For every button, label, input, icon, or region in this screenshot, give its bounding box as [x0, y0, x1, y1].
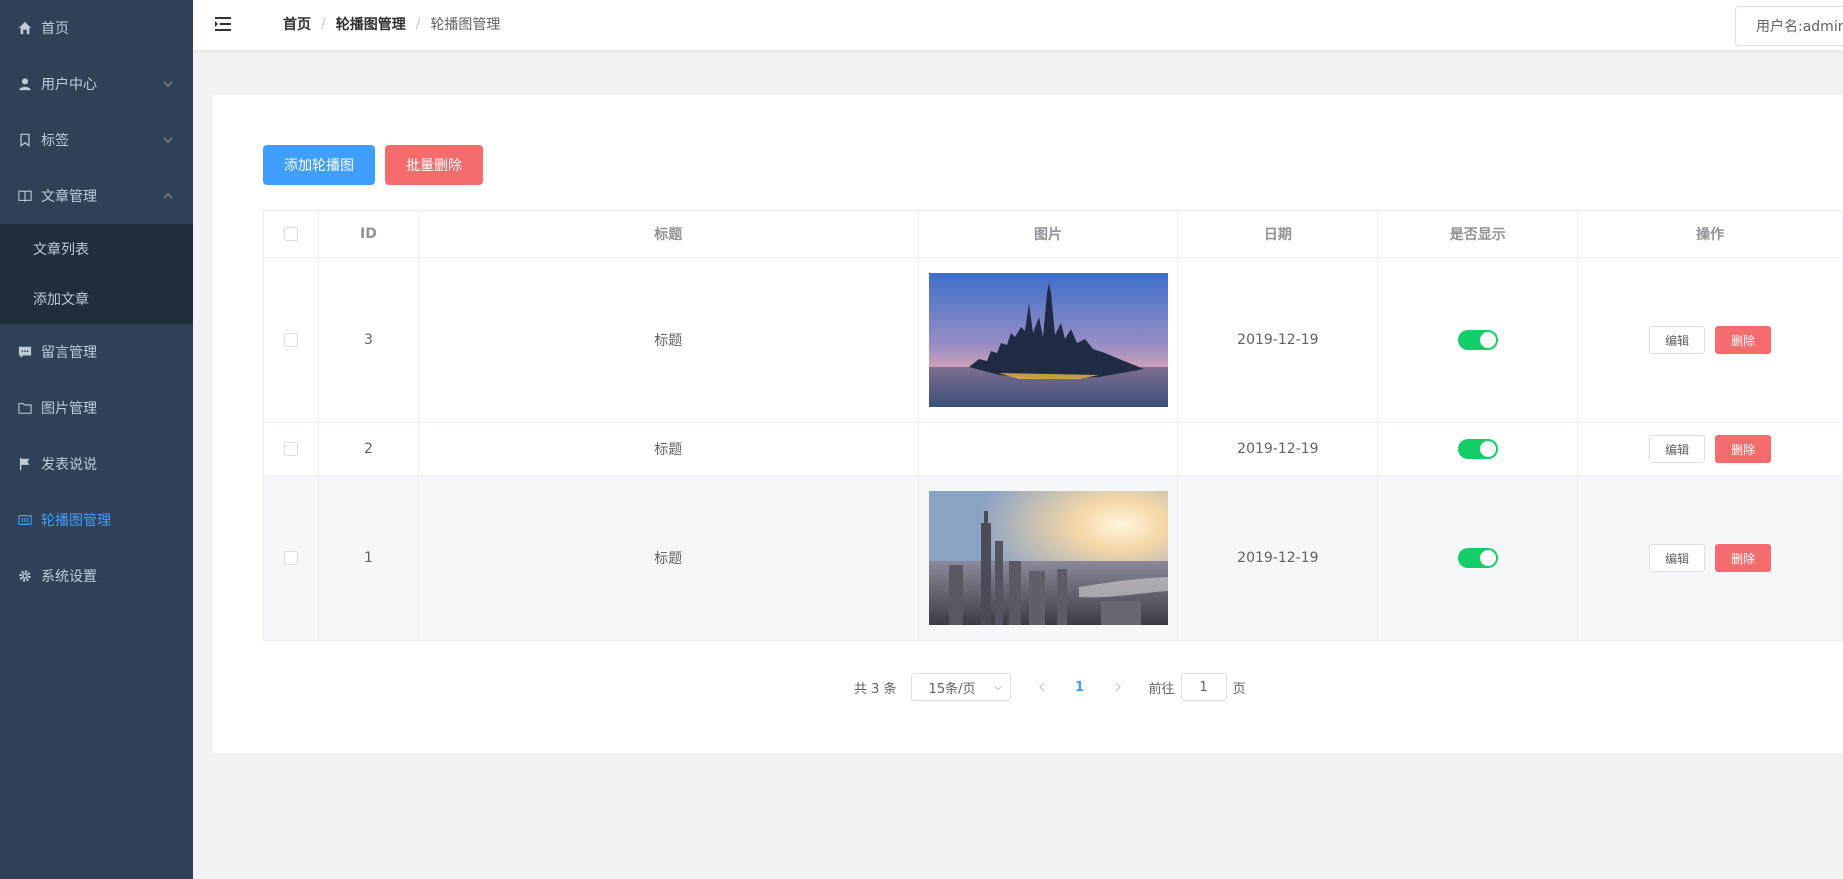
bookmark-icon — [18, 133, 32, 147]
goto-label: 前往 — [1148, 681, 1175, 697]
pagination: 共 3 条 15条/页 1 前往 页 — [854, 672, 1246, 702]
sidebar-item-articles[interactable]: 文章管理 — [0, 168, 193, 224]
sidebar-item-label: 首页 — [41, 21, 69, 37]
cell-title: 标题 — [419, 476, 919, 640]
column-header-visible: 是否显示 — [1378, 211, 1579, 257]
user-icon — [18, 77, 32, 91]
main-card: 添加轮播图 批量删除 ID 标题 图片 日期 是否显示 操作 3 标题 2019… — [213, 95, 1843, 753]
sidebar-item-images[interactable]: 图片管理 — [0, 380, 193, 436]
table-header: ID 标题 图片 日期 是否显示 操作 — [264, 211, 1843, 258]
sidebar-item-label: 轮播图管理 — [41, 513, 111, 529]
chevron-right-icon — [1115, 682, 1121, 692]
table-row: 2 标题 2019-12-19 编辑 删除 — [264, 423, 1843, 476]
cell-date: 2019-12-19 — [1178, 258, 1379, 422]
goto-suffix: 页 — [1232, 681, 1246, 697]
edit-button[interactable]: 编辑 — [1649, 435, 1706, 463]
breadcrumb-carousel[interactable]: 轮播图管理 — [336, 14, 406, 34]
breadcrumb-separator: / — [415, 16, 421, 32]
page-size-select[interactable]: 15条/页 — [910, 673, 1011, 701]
cell-date: 2019-12-19 — [1178, 476, 1379, 640]
row-checkbox[interactable] — [283, 442, 298, 456]
sidebar-item-label: 标签 — [41, 133, 69, 149]
prev-page-button[interactable] — [1027, 673, 1057, 701]
sidebar-item-label: 系统设置 — [41, 569, 97, 585]
table-row: 3 标题 2019-12-19 编辑 删除 — [264, 258, 1843, 423]
message-icon — [18, 345, 32, 359]
chevron-up-icon — [163, 193, 173, 199]
sidebar-item-label: 用户中心 — [41, 77, 97, 93]
city-dusk-image — [928, 273, 1168, 407]
visibility-toggle[interactable] — [1457, 548, 1498, 568]
chevron-down-icon — [994, 686, 1002, 691]
sidebar-item-home[interactable]: 首页 — [0, 0, 193, 56]
batch-delete-button[interactable]: 批量删除 — [385, 145, 483, 185]
sidebar-item-article-list[interactable]: 文章列表 — [0, 224, 193, 274]
column-header-id: ID — [319, 211, 419, 257]
carousel-table: ID 标题 图片 日期 是否显示 操作 3 标题 2019-12-19 编辑 删… — [263, 210, 1843, 641]
column-header-date: 日期 — [1178, 211, 1379, 257]
table-row: 1 标题 2019-12-19 编辑 删除 — [264, 476, 1843, 641]
goto-page: 前往 页 — [1149, 673, 1246, 701]
articles-submenu: 文章列表 添加文章 — [0, 224, 193, 324]
sidebar-item-label: 文章管理 — [41, 189, 97, 205]
chevron-down-icon — [163, 81, 173, 87]
next-page-button[interactable] — [1103, 673, 1133, 701]
cell-title: 标题 — [419, 423, 919, 475]
sidebar-item-tags[interactable]: 标签 — [0, 112, 193, 168]
delete-button[interactable]: 删除 — [1715, 435, 1772, 463]
home-icon — [18, 21, 32, 35]
page-number-current[interactable]: 1 — [1065, 673, 1095, 701]
city-sunrise-image — [928, 491, 1168, 625]
visibility-toggle[interactable] — [1457, 330, 1498, 350]
carousel-icon — [18, 513, 32, 527]
cell-date: 2019-12-19 — [1178, 423, 1379, 475]
sidebar-item-label: 发表说说 — [41, 457, 97, 473]
edit-button[interactable]: 编辑 — [1649, 326, 1706, 354]
sidebar-item-messages[interactable]: 留言管理 — [0, 324, 193, 380]
breadcrumb: 首页 / 轮播图管理 / 轮播图管理 — [283, 0, 500, 48]
sidebar-item-add-article[interactable]: 添加文章 — [0, 274, 193, 324]
edit-button[interactable]: 编辑 — [1649, 544, 1706, 572]
sidebar-item-label: 图片管理 — [41, 401, 97, 417]
flag-icon — [18, 457, 32, 471]
cell-id: 1 — [319, 476, 419, 640]
sidebar-item-label: 留言管理 — [41, 345, 97, 361]
gear-icon — [18, 569, 32, 583]
breadcrumb-home[interactable]: 首页 — [283, 14, 311, 34]
pagination-total: 共 3 条 — [854, 681, 897, 697]
goto-page-input[interactable] — [1180, 673, 1227, 701]
cell-title: 标题 — [419, 258, 919, 422]
delete-button[interactable]: 删除 — [1715, 326, 1772, 354]
top-navbar: 首页 / 轮播图管理 / 轮播图管理 用户名:admin — [193, 0, 1843, 50]
sidebar-item-carousel[interactable]: 轮播图管理 — [0, 492, 193, 548]
chevron-left-icon — [1038, 682, 1044, 692]
visibility-toggle[interactable] — [1457, 439, 1498, 459]
row-checkbox[interactable] — [283, 551, 298, 565]
select-all-checkbox[interactable] — [283, 227, 298, 241]
hamburger-icon[interactable] — [215, 17, 231, 31]
page-size-value: 15条/页 — [928, 681, 976, 697]
sidebar-item-user-center[interactable]: 用户中心 — [0, 56, 193, 112]
book-icon — [18, 189, 32, 203]
sidebar-item-settings[interactable]: 系统设置 — [0, 548, 193, 604]
cell-id: 3 — [319, 258, 419, 422]
column-header-title: 标题 — [419, 211, 919, 257]
add-carousel-button[interactable]: 添加轮播图 — [263, 145, 375, 185]
column-header-image: 图片 — [919, 211, 1179, 257]
cell-image-empty — [919, 423, 1179, 475]
column-header-actions: 操作 — [1578, 211, 1843, 257]
row-checkbox[interactable] — [283, 333, 298, 347]
user-dropdown[interactable]: 用户名:admin — [1735, 6, 1843, 46]
chevron-down-icon — [163, 137, 173, 143]
sidebar: 首页 用户中心 标签 文章管理 文章列表 添加文章 留言管理 图片管理 发表说说… — [0, 0, 193, 879]
cell-id: 2 — [319, 423, 419, 475]
delete-button[interactable]: 删除 — [1715, 544, 1772, 572]
folder-icon — [18, 401, 32, 415]
sidebar-item-post[interactable]: 发表说说 — [0, 436, 193, 492]
breadcrumb-current: 轮播图管理 — [430, 17, 501, 33]
breadcrumb-separator: / — [321, 16, 326, 32]
